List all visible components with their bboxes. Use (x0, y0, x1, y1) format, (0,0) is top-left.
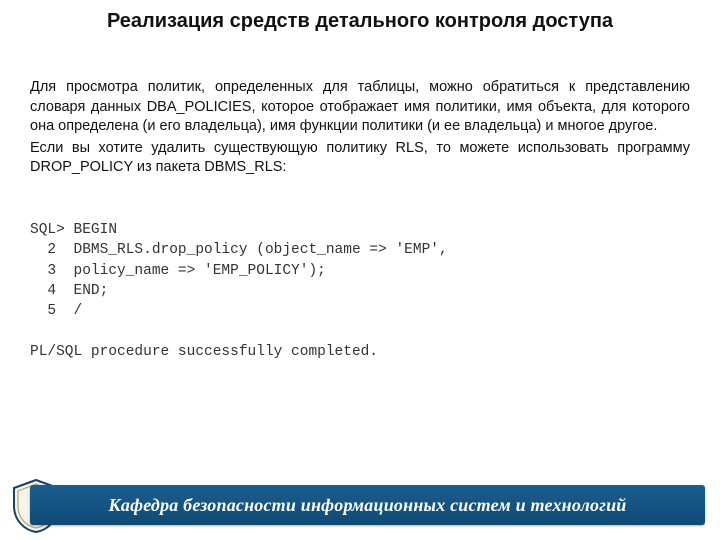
footer-department-name: Кафедра безопасности информационных сист… (30, 495, 705, 516)
paragraph-1: Для просмотра политик, определенных для … (30, 78, 690, 137)
code-example: SQL> BEGIN 2 DBMS_RLS.drop_policy (objec… (30, 220, 690, 362)
body-text-block: Для просмотра политик, определенных для … (30, 78, 690, 180)
footer-bar: Кафедра безопасности информационных сист… (30, 485, 705, 525)
paragraph-2: Если вы хотите удалить существующую поли… (30, 139, 690, 178)
slide-title: Реализация средств детального контроля д… (0, 10, 720, 33)
